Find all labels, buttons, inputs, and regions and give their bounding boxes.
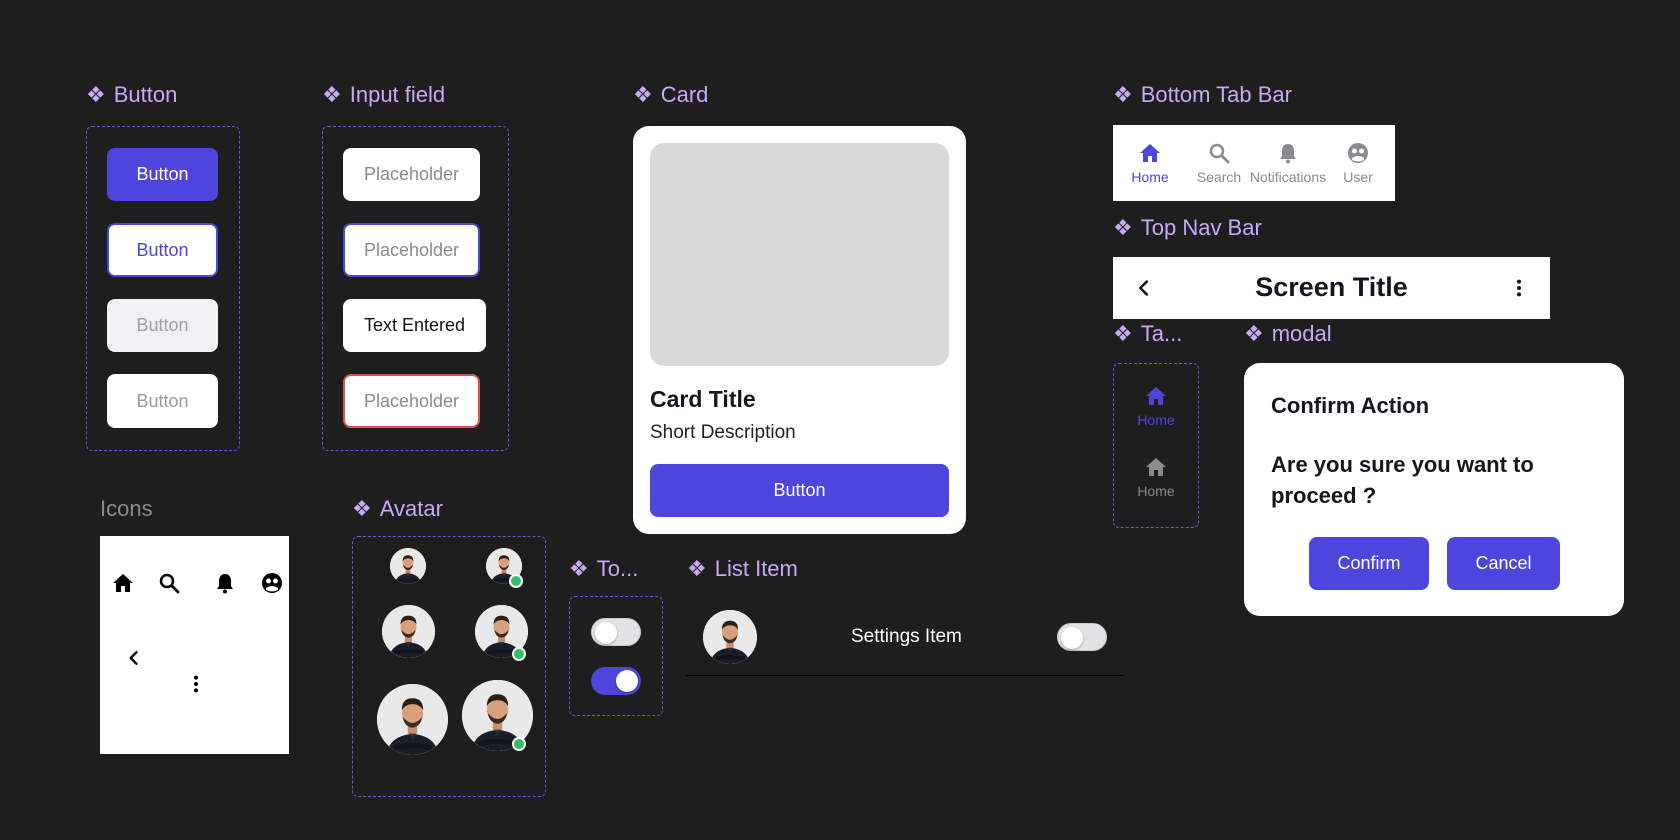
- component-icon: ❖: [1113, 321, 1133, 346]
- input-section-title: Input field: [349, 82, 446, 107]
- icons-sheet: [100, 536, 289, 754]
- component-icon: ❖: [1113, 82, 1133, 107]
- modal: Confirm Action Are you sure you want to …: [1244, 363, 1624, 616]
- card-button[interactable]: Button: [650, 464, 949, 517]
- tab-section-label: ❖ Ta...: [1113, 321, 1182, 347]
- tab-search[interactable]: Search: [1184, 125, 1254, 201]
- list-item-avatar: [703, 610, 757, 664]
- toggle-knob: [616, 670, 638, 692]
- input-focused[interactable]: Placeholder: [343, 223, 480, 277]
- tab-section-title: Ta...: [1140, 321, 1183, 346]
- modal-body: Are you sure you want to proceed ?: [1271, 452, 1534, 508]
- home-icon: [1144, 384, 1168, 408]
- list-item-label: Settings Item: [851, 626, 962, 647]
- avatar-section-title: Avatar: [379, 496, 443, 521]
- toggle-off[interactable]: [591, 618, 641, 646]
- home-icon: [1144, 455, 1168, 479]
- card: Card Title Short Description Button: [633, 126, 966, 534]
- tab-home[interactable]: Home: [1115, 125, 1185, 201]
- tab-notifications-label: Notifications: [1249, 169, 1327, 185]
- bottom-tab-bar-section-label: ❖ Bottom Tab Bar: [1113, 82, 1292, 108]
- tab-user-label: User: [1343, 169, 1373, 185]
- list-item-section-title: List Item: [714, 556, 798, 581]
- component-icon: ❖: [322, 82, 342, 107]
- input-section-label: ❖ Input field: [322, 82, 445, 108]
- list-item-section-label: ❖ List Item: [687, 556, 798, 582]
- card-title: Card Title: [650, 386, 756, 412]
- input-filled[interactable]: Text Entered: [343, 299, 486, 352]
- person-photo: [390, 548, 426, 584]
- online-status-dot: [509, 574, 523, 588]
- toggle-on[interactable]: [591, 667, 641, 695]
- disabled-button[interactable]: Button: [107, 299, 218, 352]
- user-icon: [260, 571, 284, 595]
- modal-title: Confirm Action: [1271, 393, 1430, 418]
- component-icon: ❖: [86, 82, 106, 107]
- top-nav-bar-section-label: ❖ Top Nav Bar: [1113, 215, 1262, 241]
- chevron-left-icon: [124, 648, 144, 668]
- component-icon: ❖: [687, 556, 707, 581]
- card-section-label: ❖ Card: [633, 82, 708, 108]
- online-status-dot: [512, 647, 526, 661]
- bottom-tab-bar-section-title: Bottom Tab Bar: [1140, 82, 1292, 107]
- search-icon: [157, 571, 181, 595]
- primary-button[interactable]: Button: [107, 148, 218, 201]
- screen-title: Screen Title: [1255, 272, 1408, 302]
- card-section-title: Card: [660, 82, 709, 107]
- toggle-knob: [595, 622, 617, 644]
- person-photo: [377, 684, 448, 755]
- cancel-button[interactable]: Cancel: [1447, 537, 1560, 590]
- person-photo: [703, 610, 757, 664]
- avatar-medium: [382, 605, 435, 658]
- list-item[interactable]: Settings Item: [686, 596, 1124, 676]
- avatar-small: [390, 548, 426, 584]
- top-nav-bar-section-title: Top Nav Bar: [1140, 215, 1262, 240]
- toggle-section-label: ❖ To...: [569, 556, 638, 582]
- more-vertical-icon[interactable]: [1508, 277, 1530, 299]
- component-icon: ❖: [569, 556, 589, 581]
- home-icon: [1138, 141, 1162, 165]
- input-error[interactable]: Placeholder: [343, 374, 480, 428]
- avatar-large: [377, 684, 448, 755]
- person-photo: [382, 605, 435, 658]
- list-item-divider: [686, 675, 1124, 676]
- component-icon: ❖: [633, 82, 653, 107]
- white-button[interactable]: Button: [107, 374, 218, 428]
- bell-icon: [1276, 141, 1300, 165]
- button-section-label: ❖ Button: [86, 82, 177, 108]
- tab-item-active[interactable]: Home: [1113, 384, 1199, 428]
- toggle-section-title: To...: [596, 556, 639, 581]
- component-icon: ❖: [352, 496, 372, 521]
- component-icon: ❖: [1244, 321, 1264, 346]
- confirm-button[interactable]: Confirm: [1309, 537, 1429, 590]
- icons-section-title: Icons: [100, 496, 153, 521]
- modal-section-label: ❖ modal: [1244, 321, 1332, 347]
- search-icon: [1207, 141, 1231, 165]
- tab-item-inactive-label: Home: [1137, 483, 1175, 499]
- card-description: Short Description: [650, 422, 796, 443]
- top-nav-bar: Screen Title: [1113, 257, 1550, 319]
- toggle-variants-frame: [569, 596, 663, 716]
- tab-notifications[interactable]: Notifications: [1245, 125, 1331, 201]
- toggle-knob: [1061, 627, 1083, 649]
- online-status-dot: [512, 737, 526, 751]
- component-icon: ❖: [1113, 215, 1133, 240]
- tab-user[interactable]: User: [1323, 125, 1393, 201]
- outline-button[interactable]: Button: [107, 223, 218, 277]
- input-default[interactable]: Placeholder: [343, 148, 480, 201]
- button-section-title: Button: [113, 82, 178, 107]
- tab-item-inactive[interactable]: Home: [1113, 455, 1199, 499]
- tab-search-label: Search: [1196, 169, 1242, 185]
- bell-icon: [213, 571, 237, 595]
- card-image-placeholder: [650, 143, 949, 366]
- tab-item-active-label: Home: [1137, 412, 1175, 428]
- home-icon: [111, 571, 135, 595]
- user-icon: [1346, 141, 1370, 165]
- avatar-section-label: ❖ Avatar: [352, 496, 443, 522]
- list-item-toggle[interactable]: [1057, 623, 1107, 651]
- bottom-tab-bar: Home Search Notifications User: [1113, 125, 1395, 201]
- more-vertical-icon: [185, 673, 207, 695]
- modal-section-title: modal: [1271, 321, 1332, 346]
- tab-home-label: Home: [1131, 169, 1169, 185]
